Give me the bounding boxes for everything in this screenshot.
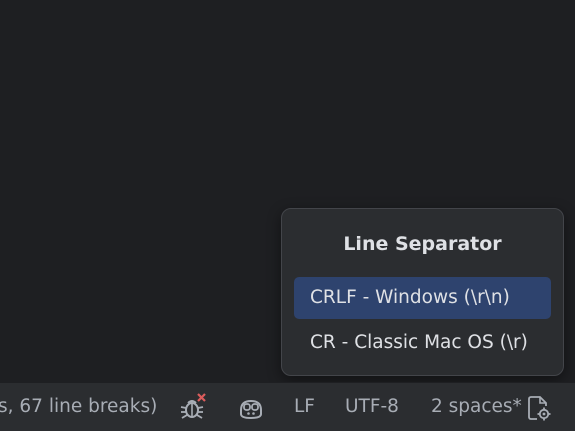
line-separator-widget[interactable]: LF (294, 383, 315, 431)
bug-with-error-icon[interactable] (178, 393, 208, 423)
selection-info[interactable]: s, 67 line breaks) (0, 383, 157, 431)
menu-item-crlf[interactable]: CRLF - Windows (\r\n) (294, 277, 551, 319)
line-separator-popup: Line Separator CRLF - Windows (\r\n) CR … (281, 208, 564, 376)
encoding-widget[interactable]: UTF-8 (345, 383, 399, 431)
popup-title: Line Separator (343, 233, 502, 255)
indent-widget[interactable]: 2 spaces* (431, 383, 522, 431)
copilot-icon[interactable] (236, 393, 266, 423)
file-settings-icon[interactable] (524, 393, 554, 423)
status-bar: s, 67 line breaks) LF UTF-8 2 spaces* (0, 382, 575, 431)
menu-item-cr[interactable]: CR - Classic Mac OS (\r) (294, 322, 551, 364)
